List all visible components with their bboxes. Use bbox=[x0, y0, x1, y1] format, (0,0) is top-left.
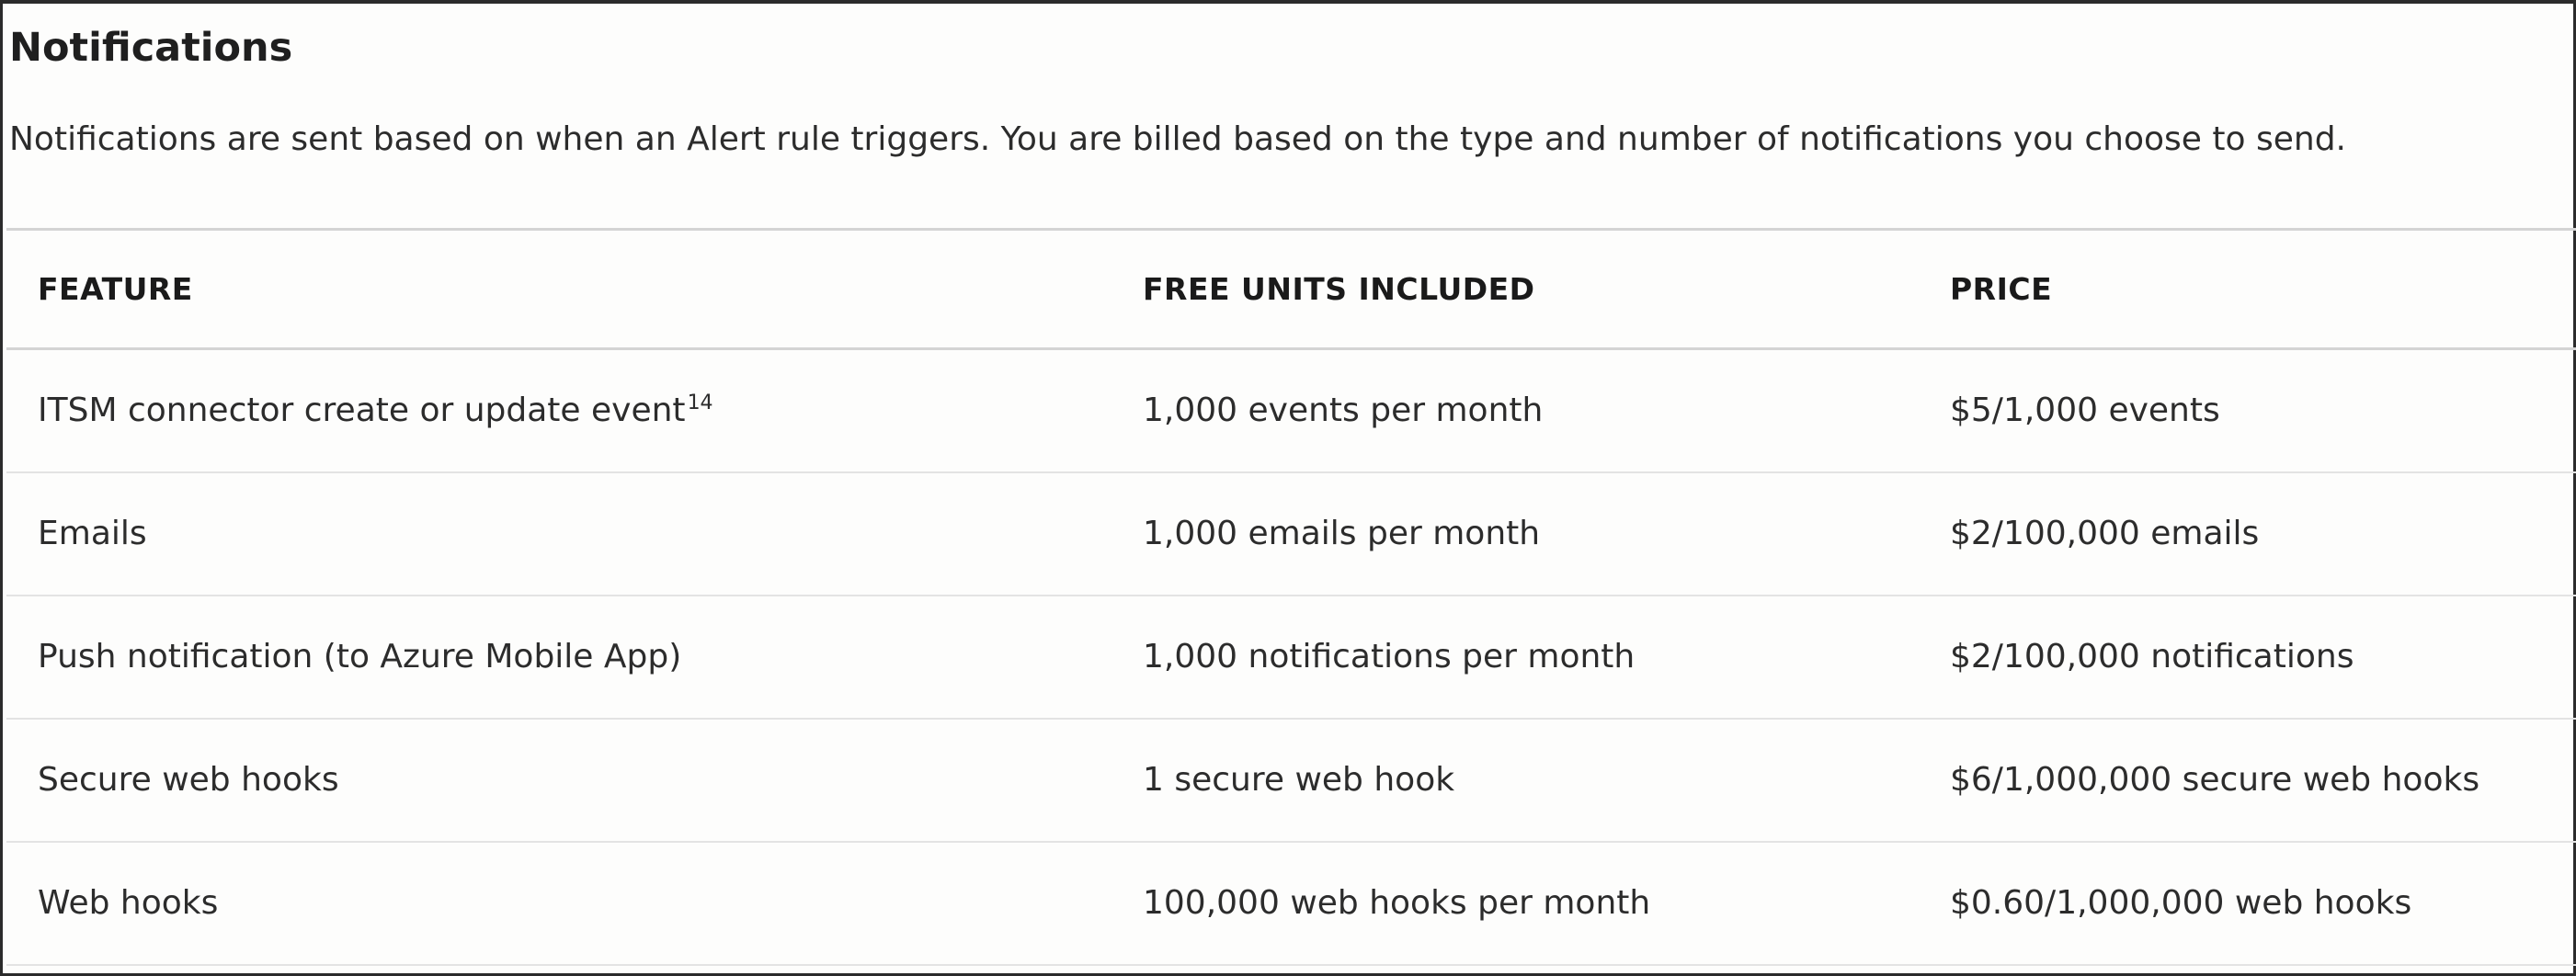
column-header-free-units: FREE UNITS INCLUDED bbox=[1111, 228, 1922, 350]
free-units-cell: 1 secure web hook bbox=[1111, 718, 1922, 843]
free-units-cell: 1,000 notifications per month bbox=[1111, 595, 1922, 720]
footnote-marker: 14 bbox=[687, 392, 713, 415]
table-header-row: FEATURE FREE UNITS INCLUDED PRICE bbox=[6, 228, 2576, 350]
pricing-table: FEATURE FREE UNITS INCLUDED PRICE ITSM c… bbox=[6, 228, 2576, 966]
table-row: Web hooks 100,000 web hooks per month $0… bbox=[6, 841, 2576, 966]
feature-cell: Web hooks bbox=[6, 841, 1111, 966]
table-row: Push notification (to Azure Mobile App) … bbox=[6, 595, 2576, 720]
price-cell: $0.60/1,000,000 web hooks bbox=[1922, 841, 2576, 966]
feature-cell: Push notification (to Azure Mobile App) bbox=[6, 595, 1111, 720]
free-units-cell: 1,000 emails per month bbox=[1111, 471, 1922, 596]
column-header-feature: FEATURE bbox=[6, 228, 1111, 350]
table-row: ITSM connector create or update event14 … bbox=[6, 348, 2576, 473]
feature-cell: Emails bbox=[6, 471, 1111, 596]
price-cell: $5/1,000 events bbox=[1922, 348, 2576, 473]
column-header-price: PRICE bbox=[1922, 228, 2576, 350]
free-units-cell: 100,000 web hooks per month bbox=[1111, 841, 1922, 966]
price-cell: $6/1,000,000 secure web hooks bbox=[1922, 718, 2576, 843]
feature-cell: ITSM connector create or update event14 bbox=[6, 348, 1111, 473]
section-title: Notifications bbox=[9, 25, 293, 71]
section-description: Notifications are sent based on when an … bbox=[9, 120, 2346, 158]
notifications-pricing-panel: Notifications Notifications are sent bas… bbox=[0, 0, 2576, 976]
free-units-cell: 1,000 events per month bbox=[1111, 348, 1922, 473]
price-cell: $2/100,000 notifications bbox=[1922, 595, 2576, 720]
table-row: Secure web hooks 1 secure web hook $6/1,… bbox=[6, 718, 2576, 843]
feature-cell: Secure web hooks bbox=[6, 718, 1111, 843]
price-cell: $2/100,000 emails bbox=[1922, 471, 2576, 596]
table-row: Emails 1,000 emails per month $2/100,000… bbox=[6, 471, 2576, 596]
feature-name: ITSM connector create or update event bbox=[38, 392, 686, 430]
